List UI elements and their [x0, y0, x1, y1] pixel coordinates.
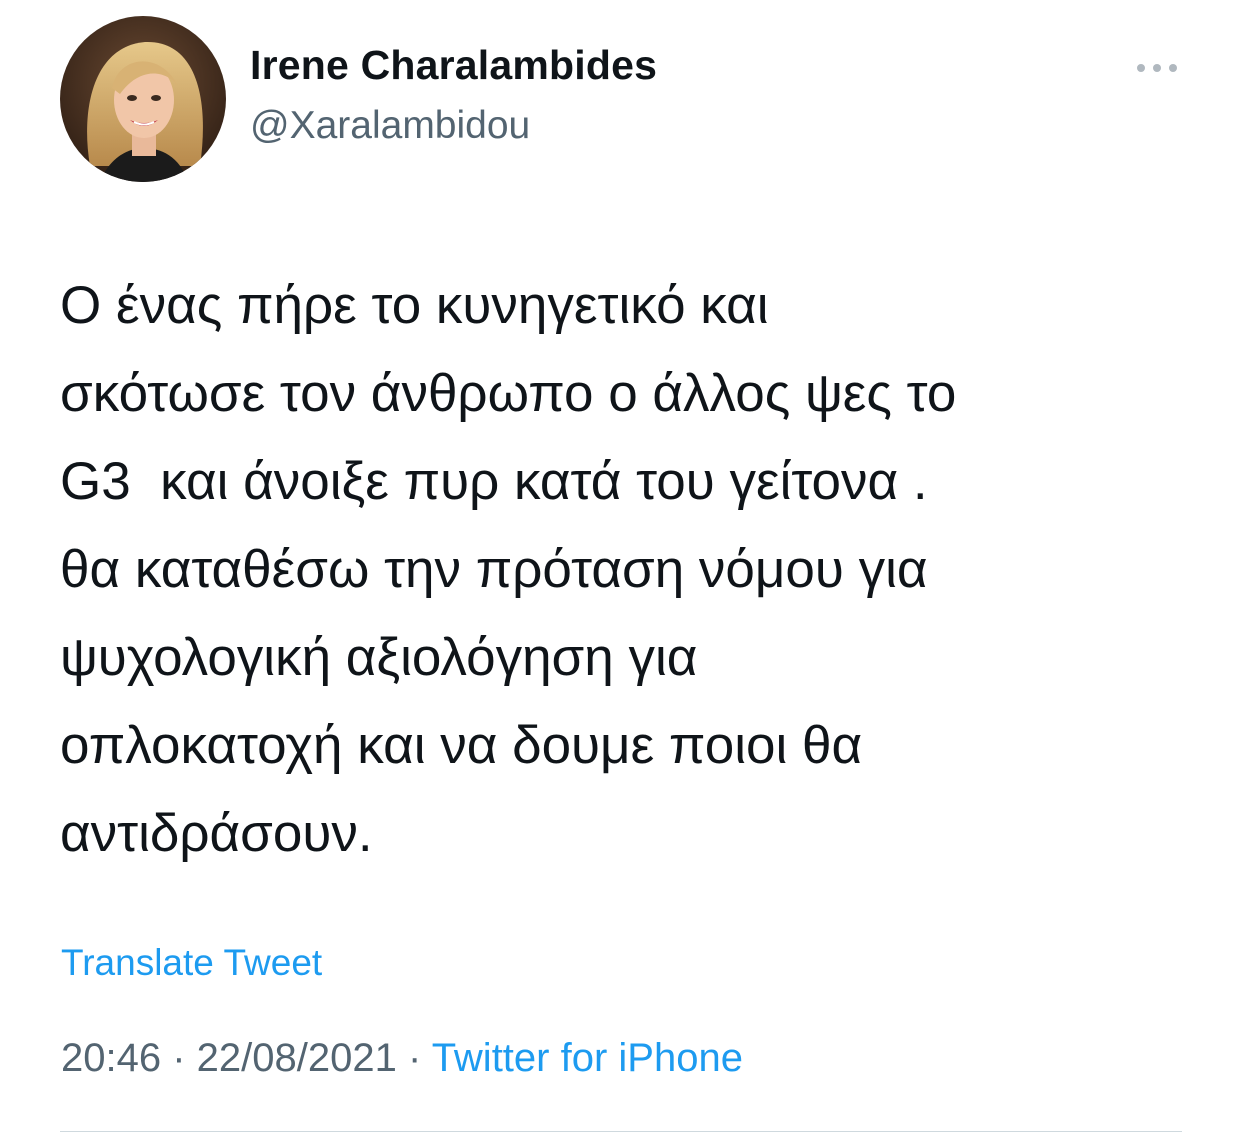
divider	[60, 1131, 1182, 1132]
meta-separator: ·	[161, 1036, 197, 1080]
avatar[interactable]	[60, 16, 226, 182]
tweet-time: 20:46	[61, 1036, 162, 1080]
avatar-photo-icon	[60, 16, 226, 182]
tweet-source-link[interactable]: Twitter for iPhone	[432, 1036, 743, 1080]
tweet-text: Ο ένας πήρε το κυνηγετικό και σκότωσε το…	[60, 276, 957, 863]
meta-separator: ·	[396, 1036, 432, 1080]
tweet-metadata: 20:46 · 22/08/2021 · Twitter for iPhone	[61, 1036, 743, 1081]
author-handle[interactable]: @Xaralambidou	[250, 104, 530, 148]
more-horizontal-icon	[1137, 64, 1177, 72]
translate-tweet-link[interactable]: Translate Tweet	[61, 942, 322, 984]
tweet-detail: Irene Charalambides @Xaralambidou Ο ένας…	[0, 0, 1242, 1136]
author-display-name[interactable]: Irene Charalambides	[250, 42, 657, 89]
tweet-date: 22/08/2021	[196, 1036, 397, 1080]
more-options-button[interactable]	[1124, 48, 1190, 88]
